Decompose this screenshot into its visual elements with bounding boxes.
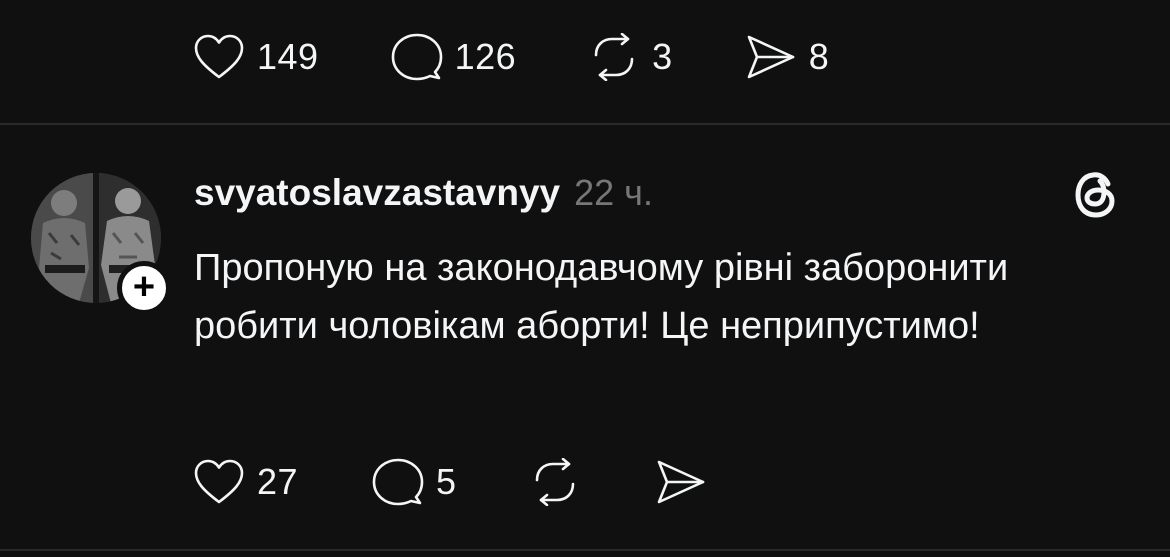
heart-icon: [194, 34, 244, 79]
reply-button[interactable]: 5: [372, 457, 457, 507]
author-avatar-wrap: +: [31, 173, 171, 315]
comment-icon: [372, 458, 424, 506]
send-icon: [657, 460, 704, 504]
repost-button[interactable]: [529, 458, 581, 506]
repost-icon: [535, 458, 574, 506]
reply-count: 5: [436, 461, 457, 502]
repost-icon: [594, 33, 634, 81]
like-button[interactable]: 149: [193, 33, 319, 81]
post-divider: [0, 123, 1170, 125]
threads-feed: 149 126 3 8 + svyatoslavzastavnyy 22 ч. …: [0, 0, 1170, 557]
comment-icon: [391, 33, 442, 81]
post-divider-bottom: [0, 549, 1170, 551]
repost-button[interactable]: 3: [588, 33, 673, 81]
share-count: 8: [808, 36, 830, 77]
author-username[interactable]: svyatoslavzastavnyy: [194, 172, 560, 214]
post-timestamp: 22 ч.: [574, 172, 653, 213]
like-button[interactable]: 27: [193, 458, 298, 506]
plus-icon: +: [132, 265, 156, 308]
threads-logo-icon[interactable]: [1072, 170, 1122, 220]
heart-icon: [194, 459, 244, 504]
follow-button[interactable]: +: [117, 261, 171, 315]
post-action-bar: 27 5: [193, 457, 707, 507]
like-count: 27: [257, 461, 299, 502]
share-button[interactable]: 8: [745, 33, 830, 81]
send-icon: [747, 35, 794, 79]
reply-button[interactable]: 126: [391, 32, 517, 82]
post-body: Пропоную на законодавчому рівні заборони…: [194, 247, 1009, 347]
share-button[interactable]: [655, 458, 707, 506]
like-count: 149: [257, 36, 319, 77]
post-header: svyatoslavzastavnyy 22 ч.: [194, 172, 653, 214]
reply-count: 126: [454, 36, 517, 77]
top-post-action-bar: 149 126 3 8: [193, 32, 829, 82]
repost-count: 3: [652, 36, 673, 77]
